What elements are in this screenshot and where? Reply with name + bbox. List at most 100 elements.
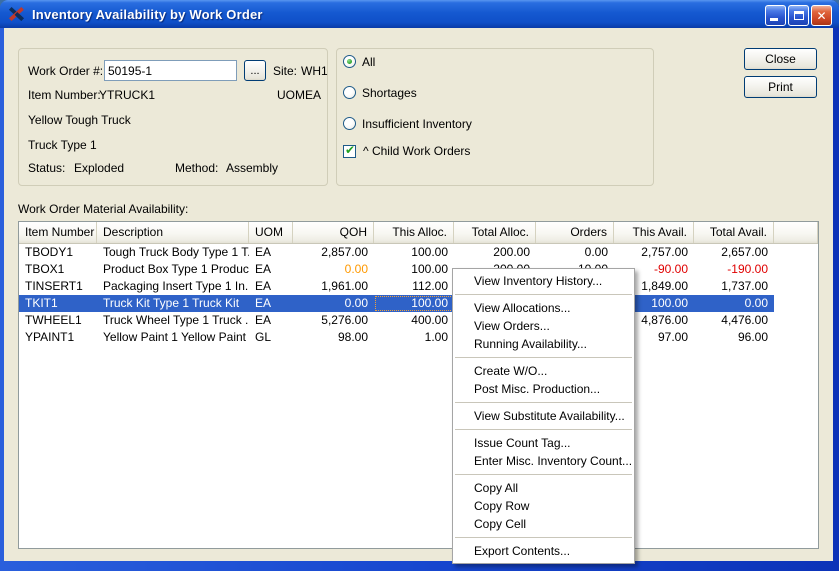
menu-item-view-substitute-availability[interactable]: View Substitute Availability... <box>453 407 634 425</box>
cell-uom[interactable]: EA <box>249 312 293 329</box>
cell-total_alloc[interactable]: 200.00 <box>454 244 536 261</box>
grid-header-row: Item NumberDescriptionUOMQOHThis Alloc.T… <box>19 222 818 244</box>
menu-item-view-inventory-history[interactable]: View Inventory History... <box>453 272 634 290</box>
status-label: Status: <box>28 161 65 175</box>
menu-item-post-misc-production[interactable]: Post Misc. Production... <box>453 380 634 398</box>
cell-qoh[interactable]: 2,857.00 <box>293 244 374 261</box>
cell-this_alloc[interactable]: 100.00 <box>374 261 454 278</box>
grid-row-TBODY1[interactable]: TBODY1Tough Truck Body Type 1 T...EA2,85… <box>19 244 818 261</box>
method-label: Method: <box>175 161 218 175</box>
cell-orders[interactable]: 0.00 <box>536 244 614 261</box>
title-bar[interactable]: Inventory Availability by Work Order ✕ <box>0 0 839 28</box>
grid-row-TWHEEL1[interactable]: TWHEEL1Truck Wheel Type 1 Truck ...EA5,2… <box>19 312 818 329</box>
print-button[interactable]: Print <box>744 76 817 98</box>
cell-description[interactable]: Tough Truck Body Type 1 T... <box>97 244 249 261</box>
cell-total_avail[interactable]: 1,737.00 <box>694 278 774 295</box>
cell-total_avail[interactable]: -190.00 <box>694 261 774 278</box>
radio-label: Shortages <box>362 86 417 100</box>
item-description-line2: Truck Type 1 <box>28 138 97 152</box>
cell-item[interactable]: TKIT1 <box>19 295 97 312</box>
grid-row-TINSERT1[interactable]: TINSERT1Packaging Insert Type 1 In...EA1… <box>19 278 818 295</box>
cell-uom[interactable]: EA <box>249 261 293 278</box>
close-button[interactable]: Close <box>744 48 817 70</box>
menu-item-copy-all[interactable]: Copy All <box>453 479 634 497</box>
method-value: Assembly <box>226 161 278 175</box>
grid-row-TKIT1[interactable]: TKIT1Truck Kit Type 1 Truck KitEA0.00100… <box>19 295 818 312</box>
column-header-item[interactable]: Item Number <box>19 222 97 243</box>
status-value: Exploded <box>74 161 124 175</box>
work-order-label: Work Order #: <box>28 64 103 78</box>
column-header-total_avail[interactable]: Total Avail. <box>694 222 774 243</box>
menu-item-view-allocations[interactable]: View Allocations... <box>453 299 634 317</box>
column-header-uom[interactable]: UOM <box>249 222 293 243</box>
cell-total_avail[interactable]: 2,657.00 <box>694 244 774 261</box>
cell-description[interactable]: Packaging Insert Type 1 In... <box>97 278 249 295</box>
column-header-this_alloc[interactable]: This Alloc. <box>374 222 454 243</box>
grid-row-TBOX1[interactable]: TBOX1Product Box Type 1 Produc...EA0.001… <box>19 261 818 278</box>
app-logo-icon <box>8 5 26 23</box>
cell-this_avail[interactable]: 2,757.00 <box>614 244 694 261</box>
column-header-description[interactable]: Description <box>97 222 249 243</box>
cell-qoh[interactable]: 98.00 <box>293 329 374 346</box>
cell-item[interactable]: TBODY1 <box>19 244 97 261</box>
cell-total_avail[interactable]: 96.00 <box>694 329 774 346</box>
cell-filler <box>774 278 818 295</box>
cell-item[interactable]: TWHEEL1 <box>19 312 97 329</box>
cell-uom[interactable]: EA <box>249 278 293 295</box>
child-work-orders-label: ^ Child Work Orders <box>363 144 470 158</box>
column-header-total_alloc[interactable]: Total Alloc. <box>454 222 536 243</box>
cell-description[interactable]: Truck Wheel Type 1 Truck ... <box>97 312 249 329</box>
menu-item-view-orders[interactable]: View Orders... <box>453 317 634 335</box>
child-work-orders-checkbox[interactable]: ✔ ^ Child Work Orders <box>343 144 470 158</box>
cell-this_alloc[interactable]: 100.00 <box>374 295 454 312</box>
column-header-this_avail[interactable]: This Avail. <box>614 222 694 243</box>
cell-this_alloc[interactable]: 112.00 <box>374 278 454 295</box>
cell-total_avail[interactable]: 0.00 <box>694 295 774 312</box>
minimize-button[interactable] <box>765 5 786 26</box>
filter-radio-shortages[interactable]: Shortages <box>343 86 472 99</box>
menu-item-create-w-o[interactable]: Create W/O... <box>453 362 634 380</box>
filter-radio-group: All Shortages Insufficient Inventory <box>343 55 472 130</box>
cell-uom[interactable]: GL <box>249 329 293 346</box>
filter-radio-all[interactable]: All <box>343 55 472 68</box>
menu-item-export-contents[interactable]: Export Contents... <box>453 542 634 560</box>
menu-item-copy-cell[interactable]: Copy Cell <box>453 515 634 533</box>
column-header-orders[interactable]: Orders <box>536 222 614 243</box>
close-window-button[interactable]: ✕ <box>811 5 832 26</box>
menu-item-running-availability[interactable]: Running Availability... <box>453 335 634 353</box>
work-order-input[interactable] <box>104 60 237 81</box>
cell-filler <box>774 312 818 329</box>
cell-this_alloc[interactable]: 1.00 <box>374 329 454 346</box>
cell-this_alloc[interactable]: 400.00 <box>374 312 454 329</box>
cell-filler <box>774 295 818 312</box>
menu-item-enter-misc-inventory-count[interactable]: Enter Misc. Inventory Count... <box>453 452 634 470</box>
column-header-qoh[interactable]: QOH <box>293 222 374 243</box>
cell-description[interactable]: Truck Kit Type 1 Truck Kit <box>97 295 249 312</box>
cell-this_alloc[interactable]: 100.00 <box>374 244 454 261</box>
menu-item-copy-row[interactable]: Copy Row <box>453 497 634 515</box>
menu-separator <box>455 357 632 358</box>
restore-button[interactable] <box>788 5 809 26</box>
cell-qoh[interactable]: 5,276.00 <box>293 312 374 329</box>
cell-item[interactable]: TINSERT1 <box>19 278 97 295</box>
browse-button[interactable]: ... <box>244 60 266 81</box>
cell-uom[interactable]: EA <box>249 244 293 261</box>
cell-item[interactable]: TBOX1 <box>19 261 97 278</box>
cell-qoh[interactable]: 0.00 <box>293 261 374 278</box>
radio-label: All <box>362 55 375 69</box>
cell-description[interactable]: Yellow Paint 1 Yellow Paint ... <box>97 329 249 346</box>
cell-total_avail[interactable]: 4,476.00 <box>694 312 774 329</box>
cell-qoh[interactable]: 0.00 <box>293 295 374 312</box>
cell-uom[interactable]: EA <box>249 295 293 312</box>
uom-value: EA <box>305 88 321 102</box>
cell-qoh[interactable]: 1,961.00 <box>293 278 374 295</box>
cell-item[interactable]: YPAINT1 <box>19 329 97 346</box>
checkbox-icon: ✔ <box>343 145 356 158</box>
uom-label: UOM: <box>277 88 308 102</box>
cell-filler <box>774 261 818 278</box>
menu-item-issue-count-tag[interactable]: Issue Count Tag... <box>453 434 634 452</box>
filter-radio-insufficient-inventory[interactable]: Insufficient Inventory <box>343 117 472 130</box>
cell-description[interactable]: Product Box Type 1 Produc... <box>97 261 249 278</box>
grid-row-YPAINT1[interactable]: YPAINT1Yellow Paint 1 Yellow Paint ...GL… <box>19 329 818 346</box>
context-menu: View Inventory History... View Allocation… <box>452 268 635 564</box>
